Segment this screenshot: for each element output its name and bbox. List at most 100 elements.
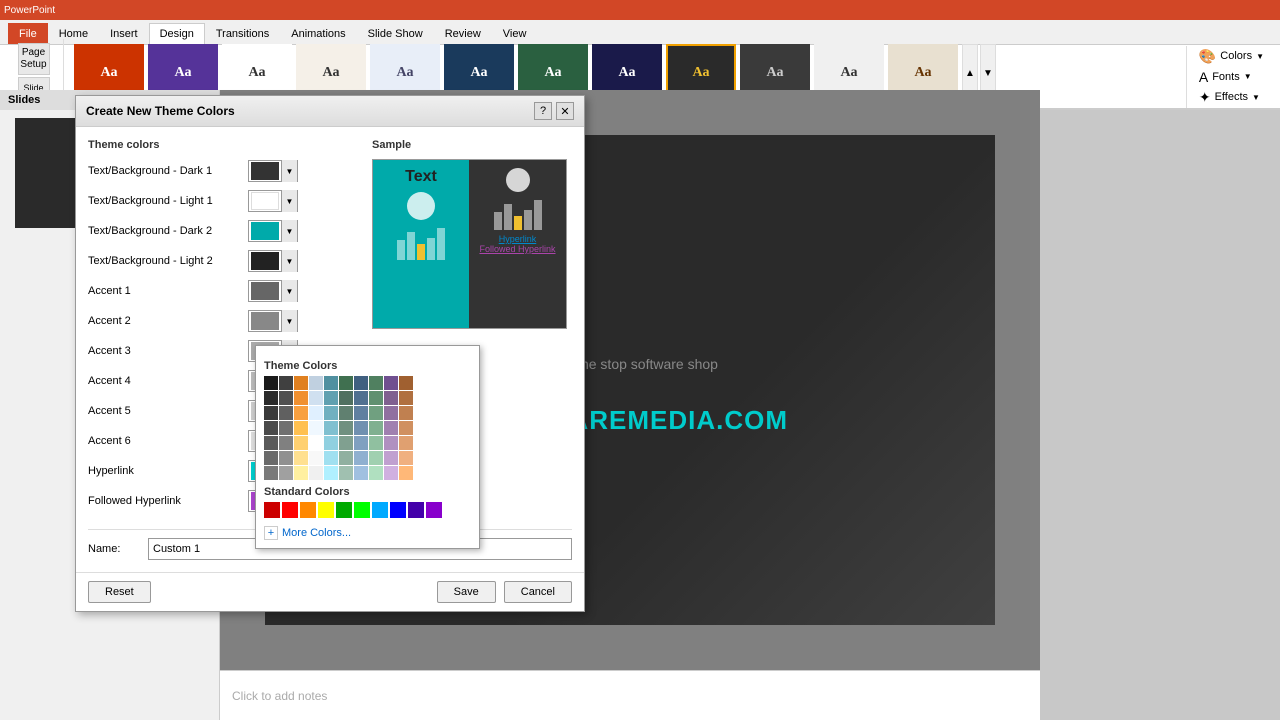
theme-color-cell-4-1[interactable] xyxy=(279,436,293,450)
theme-color-cell-1-1[interactable] xyxy=(279,391,293,405)
theme-color-cell-6-2[interactable] xyxy=(294,466,308,480)
theme-color-cell-3-4[interactable] xyxy=(324,421,338,435)
tab-insert[interactable]: Insert xyxy=(99,23,149,44)
theme-color-cell-3-7[interactable] xyxy=(369,421,383,435)
standard-color-0[interactable] xyxy=(264,502,280,518)
theme-color-cell-1-9[interactable] xyxy=(399,391,413,405)
light2-swatch-button[interactable]: ▼ xyxy=(248,250,298,272)
theme-color-cell-0-8[interactable] xyxy=(384,376,398,390)
theme-color-cell-3-3[interactable] xyxy=(309,421,323,435)
more-colors-button[interactable]: + More Colors... xyxy=(264,526,471,540)
theme-color-cell-0-0[interactable] xyxy=(264,376,278,390)
theme-color-cell-4-4[interactable] xyxy=(324,436,338,450)
theme-color-cell-3-6[interactable] xyxy=(354,421,368,435)
theme-color-cell-4-9[interactable] xyxy=(399,436,413,450)
theme-color-cell-1-0[interactable] xyxy=(264,391,278,405)
theme-color-cell-3-5[interactable] xyxy=(339,421,353,435)
theme-color-cell-4-2[interactable] xyxy=(294,436,308,450)
theme-color-cell-5-6[interactable] xyxy=(354,451,368,465)
light1-dropdown[interactable]: ▼ xyxy=(281,190,297,212)
theme-color-cell-3-0[interactable] xyxy=(264,421,278,435)
theme-color-cell-3-8[interactable] xyxy=(384,421,398,435)
theme-color-cell-6-0[interactable] xyxy=(264,466,278,480)
theme-color-cell-1-2[interactable] xyxy=(294,391,308,405)
theme-color-cell-5-7[interactable] xyxy=(369,451,383,465)
theme-color-cell-2-7[interactable] xyxy=(369,406,383,420)
theme-color-cell-5-0[interactable] xyxy=(264,451,278,465)
standard-color-5[interactable] xyxy=(354,502,370,518)
theme-color-cell-4-8[interactable] xyxy=(384,436,398,450)
theme-color-cell-6-8[interactable] xyxy=(384,466,398,480)
theme-color-cell-3-9[interactable] xyxy=(399,421,413,435)
theme-color-cell-5-2[interactable] xyxy=(294,451,308,465)
standard-color-6[interactable] xyxy=(372,502,388,518)
reset-button[interactable]: Reset xyxy=(88,581,151,603)
standard-color-1[interactable] xyxy=(282,502,298,518)
dark2-dropdown[interactable]: ▼ xyxy=(281,220,297,242)
theme-color-cell-4-6[interactable] xyxy=(354,436,368,450)
dark2-swatch-button[interactable]: ▼ xyxy=(248,220,298,242)
theme-color-cell-2-9[interactable] xyxy=(399,406,413,420)
theme-color-cell-3-2[interactable] xyxy=(294,421,308,435)
theme-color-cell-1-7[interactable] xyxy=(369,391,383,405)
theme-color-cell-0-4[interactable] xyxy=(324,376,338,390)
theme-color-cell-1-8[interactable] xyxy=(384,391,398,405)
theme-color-cell-6-4[interactable] xyxy=(324,466,338,480)
tab-review[interactable]: Review xyxy=(434,23,492,44)
theme-color-cell-6-5[interactable] xyxy=(339,466,353,480)
theme-color-cell-1-5[interactable] xyxy=(339,391,353,405)
theme-color-cell-6-1[interactable] xyxy=(279,466,293,480)
theme-color-cell-1-6[interactable] xyxy=(354,391,368,405)
theme-color-cell-0-1[interactable] xyxy=(279,376,293,390)
theme-color-cell-2-8[interactable] xyxy=(384,406,398,420)
theme-color-cell-1-3[interactable] xyxy=(309,391,323,405)
theme-color-cell-6-9[interactable] xyxy=(399,466,413,480)
theme-color-cell-6-6[interactable] xyxy=(354,466,368,480)
theme-color-cell-0-2[interactable] xyxy=(294,376,308,390)
dark1-swatch-button[interactable]: ▼ xyxy=(248,160,298,182)
tab-transitions[interactable]: Transitions xyxy=(205,23,280,44)
standard-color-9[interactable] xyxy=(426,502,442,518)
save-button[interactable]: Save xyxy=(437,581,496,603)
theme-color-cell-2-5[interactable] xyxy=(339,406,353,420)
accent1-swatch-button[interactable]: ▼ xyxy=(248,280,298,302)
cancel-button[interactable]: Cancel xyxy=(504,581,572,603)
dialog-close-button[interactable]: ✕ xyxy=(556,102,574,120)
standard-color-4[interactable] xyxy=(336,502,352,518)
theme-color-cell-1-4[interactable] xyxy=(324,391,338,405)
theme-color-cell-2-2[interactable] xyxy=(294,406,308,420)
theme-color-cell-0-9[interactable] xyxy=(399,376,413,390)
standard-color-8[interactable] xyxy=(408,502,424,518)
theme-color-cell-0-7[interactable] xyxy=(369,376,383,390)
tab-slideshow[interactable]: Slide Show xyxy=(357,23,434,44)
theme-color-cell-5-4[interactable] xyxy=(324,451,338,465)
tab-view[interactable]: View xyxy=(492,23,538,44)
theme-color-cell-2-3[interactable] xyxy=(309,406,323,420)
light2-dropdown[interactable]: ▼ xyxy=(281,250,297,272)
accent2-dropdown[interactable]: ▼ xyxy=(281,310,297,332)
theme-color-cell-3-1[interactable] xyxy=(279,421,293,435)
theme-color-cell-2-6[interactable] xyxy=(354,406,368,420)
theme-color-cell-5-8[interactable] xyxy=(384,451,398,465)
accent1-dropdown[interactable]: ▼ xyxy=(281,280,297,302)
dialog-title-bar[interactable]: Create New Theme Colors ? ✕ xyxy=(76,96,584,127)
theme-color-cell-5-5[interactable] xyxy=(339,451,353,465)
theme-color-cell-2-4[interactable] xyxy=(324,406,338,420)
standard-color-2[interactable] xyxy=(300,502,316,518)
theme-color-cell-2-1[interactable] xyxy=(279,406,293,420)
theme-color-cell-5-9[interactable] xyxy=(399,451,413,465)
standard-color-7[interactable] xyxy=(390,502,406,518)
theme-color-cell-4-0[interactable] xyxy=(264,436,278,450)
tab-design[interactable]: Design xyxy=(149,23,205,44)
effects-button[interactable]: ✦ Effects ▼ xyxy=(1193,87,1270,108)
fonts-button[interactable]: A Fonts ▼ xyxy=(1193,67,1270,87)
theme-color-cell-0-6[interactable] xyxy=(354,376,368,390)
theme-color-cell-6-7[interactable] xyxy=(369,466,383,480)
light1-swatch-button[interactable]: ▼ xyxy=(248,190,298,212)
theme-color-cell-2-0[interactable] xyxy=(264,406,278,420)
theme-color-cell-5-3[interactable] xyxy=(309,451,323,465)
dark1-dropdown[interactable]: ▼ xyxy=(281,160,297,182)
theme-color-cell-5-1[interactable] xyxy=(279,451,293,465)
tab-animations[interactable]: Animations xyxy=(280,23,356,44)
accent2-swatch-button[interactable]: ▼ xyxy=(248,310,298,332)
